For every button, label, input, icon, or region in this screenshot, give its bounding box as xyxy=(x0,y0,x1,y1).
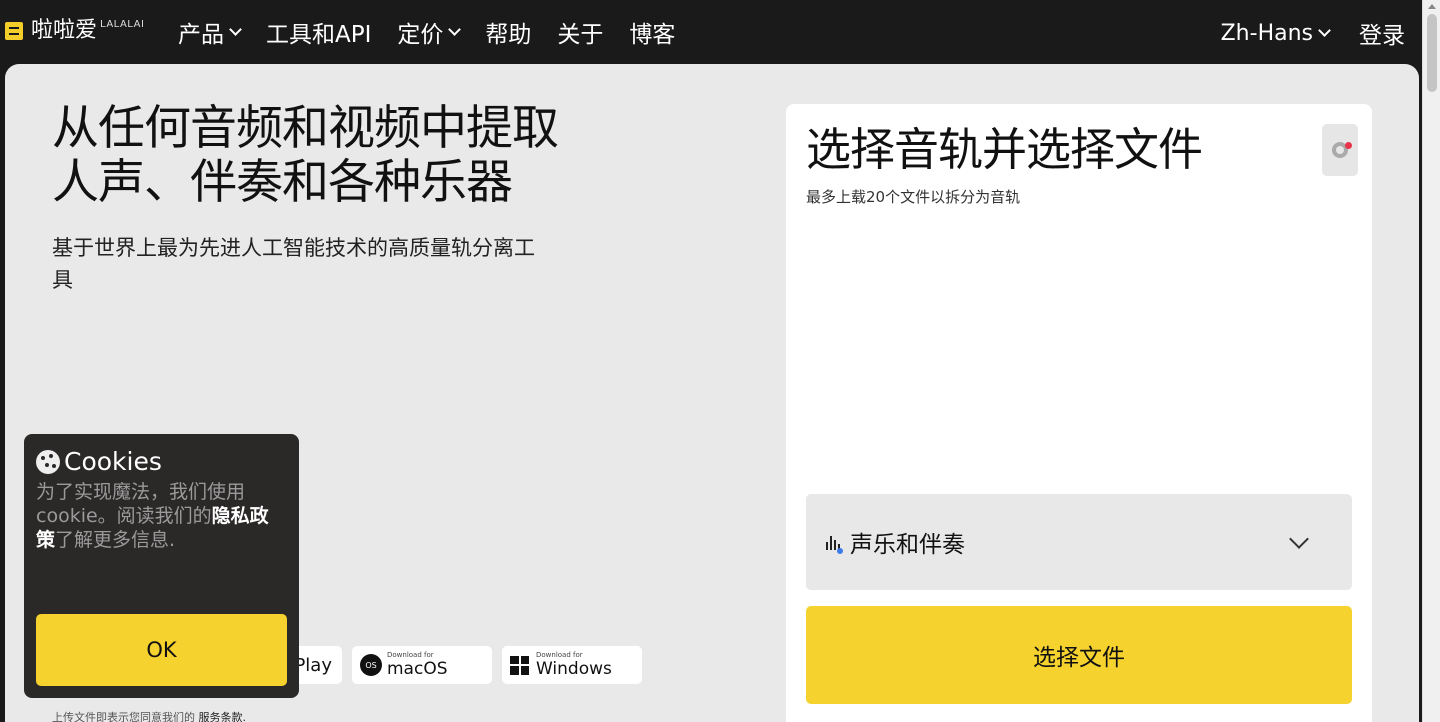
terms-prefix: 上传文件即表示您同意我们的 xyxy=(52,711,195,722)
logo-icon xyxy=(5,22,23,40)
language-label: Zh-Hans xyxy=(1220,20,1313,46)
nav-item-label: 关于 xyxy=(557,22,604,48)
logo-text: 啦啦爱 xyxy=(31,18,98,43)
nav-right: Zh-Hans 登录 xyxy=(1221,16,1405,50)
windows-download-label: Windows xyxy=(536,659,612,679)
waveform-icon xyxy=(826,534,843,554)
choose-file-button[interactable]: 选择文件 xyxy=(806,606,1352,704)
terms-notice: 上传文件即表示您同意我们的 服务条款. xyxy=(52,709,246,722)
macos-download-button[interactable]: OS Download for macOS xyxy=(352,646,492,684)
settings-button[interactable] xyxy=(1322,124,1358,176)
upload-card-title: 选择音轨并选择文件 xyxy=(806,123,1203,176)
nav-menu: 产品 工具和API 定价 帮助 关于 博客 xyxy=(178,16,701,48)
download-buttons: Play OS Download for macOS Download for … xyxy=(252,646,642,684)
top-nav: 啦啦爱 LALALAI 产品 工具和API 定价 帮助 关于 博客 Zh-Han… xyxy=(0,0,1422,64)
nav-item-label: 工具和API xyxy=(266,22,372,48)
track-type-select[interactable]: 声乐和伴奏 xyxy=(806,494,1352,590)
cookie-title: Cookies xyxy=(64,447,162,476)
macos-download-small: Download for xyxy=(387,651,434,659)
cookie-body-suffix: 了解更多信息. xyxy=(55,529,176,551)
google-play-label: Play xyxy=(294,654,332,676)
login-link[interactable]: 登录 xyxy=(1359,16,1405,50)
nav-item-tools-api[interactable]: 工具和API xyxy=(266,16,371,48)
chevron-down-icon xyxy=(1289,529,1309,549)
logo-superscript: LALALAI xyxy=(100,19,145,30)
upload-card-subtitle: 最多上载20个文件以拆分为音轨 xyxy=(806,188,1021,206)
nav-item-label: 帮助 xyxy=(485,22,532,48)
cookie-ok-button[interactable]: OK xyxy=(36,614,287,686)
nav-item-label: 博客 xyxy=(629,22,676,48)
cookie-body: 为了实现魔法，我们使用cookie。阅读我们的隐私政策了解更多信息. xyxy=(36,480,286,552)
hero-title: 从任何音频和视频中提取 人声、伴奏和各种乐器 xyxy=(52,102,652,210)
scroll-up-icon[interactable] xyxy=(1428,4,1436,9)
macos-icon: OS xyxy=(360,654,382,676)
hero-subtitle: 基于世界上最为先进人工智能技术的高质量轨分离工具 xyxy=(52,236,535,292)
chevron-down-icon xyxy=(229,23,242,36)
nav-item-help[interactable]: 帮助 xyxy=(485,16,531,48)
track-type-label: 声乐和伴奏 xyxy=(850,532,965,558)
chevron-down-icon xyxy=(448,23,462,36)
chevron-down-icon xyxy=(1318,24,1331,37)
notification-dot xyxy=(1345,142,1352,149)
logo[interactable]: 啦啦爱 LALALAI xyxy=(5,20,144,42)
cookie-icon xyxy=(36,449,60,474)
windows-icon xyxy=(510,655,529,675)
hero-title-line1: 从任何音频和视频中提取 xyxy=(52,101,559,156)
nav-item-products[interactable]: 产品 xyxy=(178,16,242,48)
nav-item-pricing[interactable]: 定价 xyxy=(397,16,462,48)
scroll-thumb[interactable] xyxy=(1427,14,1437,92)
cookie-banner: Cookies 为了实现魔法，我们使用cookie。阅读我们的隐私政策了解更多信… xyxy=(24,434,299,698)
page-scrollbar[interactable] xyxy=(1422,0,1440,722)
language-selector[interactable]: Zh-Hans xyxy=(1220,20,1331,46)
hero-title-line2: 人声、伴奏和各种乐器 xyxy=(52,155,513,210)
terms-link[interactable]: 服务条款. xyxy=(199,711,247,722)
nav-item-blog[interactable]: 博客 xyxy=(629,16,675,48)
nav-item-label: 定价 xyxy=(397,22,444,48)
nav-item-label: 产品 xyxy=(178,22,224,48)
macos-download-label: macOS xyxy=(387,659,448,679)
cookie-header: Cookies xyxy=(36,447,162,476)
upload-card: 选择音轨并选择文件 最多上载20个文件以拆分为音轨 声乐和伴奏 选择文件 xyxy=(786,104,1372,722)
nav-item-about[interactable]: 关于 xyxy=(557,16,603,48)
windows-download-small: Download for xyxy=(536,651,583,659)
windows-download-button[interactable]: Download for Windows xyxy=(502,646,642,684)
